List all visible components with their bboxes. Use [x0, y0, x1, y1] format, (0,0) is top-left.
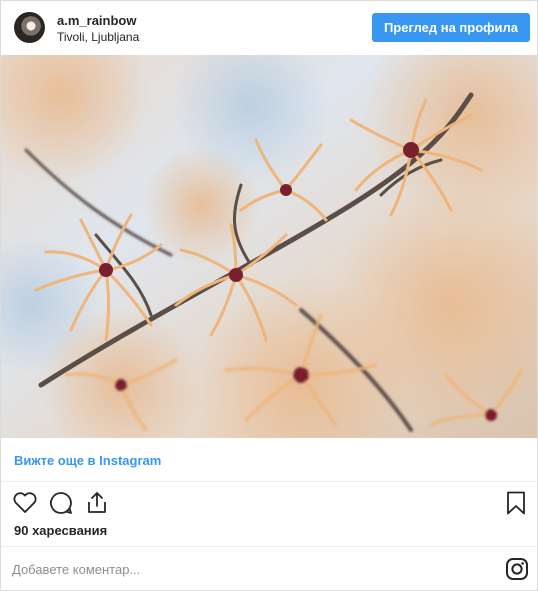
post-photo[interactable]: [1, 55, 537, 438]
post-header: a.m_rainbow Tivoli, Ljubljana Преглед на…: [1, 1, 537, 55]
view-more-section: Вижте още в Instagram: [1, 438, 537, 482]
share-icon[interactable]: [84, 490, 110, 516]
comment-bar: Добавете коментар...: [1, 546, 537, 590]
bookmark-icon[interactable]: [503, 490, 529, 516]
action-bar: [1, 482, 537, 522]
instagram-embed-card: a.m_rainbow Tivoli, Ljubljana Преглед на…: [0, 0, 538, 591]
username[interactable]: a.m_rainbow: [57, 13, 136, 28]
avatar[interactable]: [14, 12, 45, 43]
comment-icon[interactable]: [48, 490, 74, 516]
view-profile-button[interactable]: Преглед на профила: [372, 13, 530, 42]
view-more-link[interactable]: Вижте още в Instagram: [14, 453, 161, 468]
likes-count[interactable]: 90 харесвания: [14, 523, 107, 538]
instagram-icon[interactable]: [505, 557, 529, 581]
heart-icon[interactable]: [12, 490, 38, 516]
comment-input[interactable]: Добавете коментар...: [12, 562, 140, 577]
location[interactable]: Tivoli, Ljubljana: [57, 30, 139, 44]
witch-hazel-photo: [1, 55, 537, 438]
